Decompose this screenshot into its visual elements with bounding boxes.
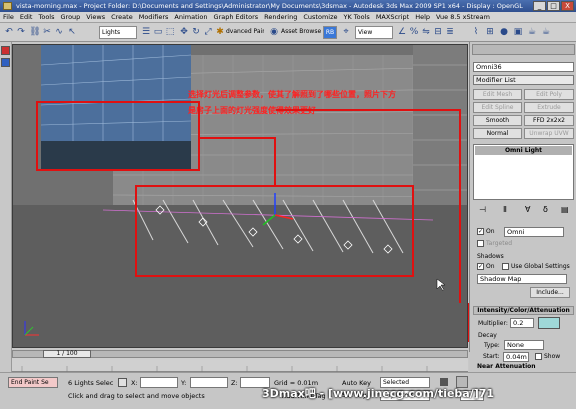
status-prompt: Click and drag to select and move object… [68,392,205,400]
show-end-result-icon[interactable]: Ⅱ [503,205,507,214]
light-on-checkbox[interactable]: ✓ [477,228,484,235]
modifier-stack[interactable]: Omni Light [473,144,574,200]
light-on-label: On [486,228,495,235]
pin-stack-icon[interactable]: ⊣ [479,205,486,214]
unwrap-uvw-button[interactable]: Unwrap UVW [524,128,574,139]
light-color-swatch[interactable] [538,317,560,329]
edit-poly-button[interactable]: Edit Poly [524,89,574,100]
normal-button[interactable]: Normal [473,128,522,139]
decay-start-label: Start: [483,353,500,360]
decay-start-row: Start: 0.04m Show Near Attenuation [469,352,576,372]
x-coordinate-field[interactable] [140,377,178,388]
targeted-checkbox[interactable] [477,240,484,247]
decay-type-dropdown[interactable]: None [504,340,544,350]
decay-start-spinner[interactable]: 0.04m [503,352,529,362]
decay-type-label: Type: [484,342,500,349]
edit-mesh-button[interactable]: Edit Mesh [473,89,522,100]
y-coordinate-field[interactable] [190,377,228,388]
configure-sets-icon[interactable]: ▤ [561,205,569,214]
multiplier-label: Multiplier: [478,320,508,327]
z-label: Z: [231,379,238,387]
smooth-button[interactable]: Smooth [473,115,522,126]
object-name-field[interactable]: Omni36 [473,62,574,72]
show-decay-checkbox[interactable] [535,353,542,360]
time-slider-thumb[interactable]: 1 / 100 [43,350,91,358]
panel-tabs[interactable] [472,44,575,55]
shadows-on-label: On [486,263,495,270]
targeted-label: Targeted [486,240,513,247]
near-attenuation-label: Near Attenuation [477,363,536,370]
x-label: X: [131,379,138,387]
selection-count: 6 Lights Selec [68,379,114,387]
use-global-checkbox[interactable] [502,263,509,270]
shadows-title: Shadows [477,253,504,260]
watermark: 3Dmax吧 - [www.jinecg.com/tieba/]71 [262,387,495,400]
shadows-on-checkbox[interactable]: ✓ [477,263,484,270]
modifier-list-dropdown[interactable]: Modifier List [473,75,574,85]
light-type-dropdown[interactable]: Omni [504,227,564,237]
command-panel: Omni36 Modifier List Edit Mesh Edit Poly… [469,42,576,352]
decay-title: Decay [478,332,497,339]
stack-item-omni-light[interactable]: Omni Light [475,146,572,155]
shadow-type-dropdown[interactable]: Shadow Map [477,274,567,284]
track-bar[interactable] [12,358,468,372]
include-button[interactable]: Include... [530,287,570,298]
multiplier-spinner[interactable]: 0.2 [510,318,534,328]
make-unique-icon[interactable]: ∀ [525,205,530,214]
time-slider[interactable]: 1 / 100 [12,350,468,358]
intensity-rollout-header[interactable]: Intensity/Color/Attenuation [473,306,574,315]
y-label: Y: [181,379,187,387]
show-decay-label: Show [544,353,561,360]
stack-controls: ⊣ Ⅱ ∀ δ ▤ [473,205,574,217]
use-global-label: Use Global Settings [511,263,570,270]
track-bar-ticks [21,366,428,372]
lock-selection-icon[interactable] [118,378,127,387]
edit-spline-button[interactable]: Edit Spline [473,102,522,113]
extrude-button[interactable]: Extrude [524,102,574,113]
ffd-button[interactable]: FFD 2x2x2 [524,115,574,126]
remove-modifier-icon[interactable]: δ [543,205,548,214]
maxscript-listener[interactable]: End Paint Se [8,377,58,388]
